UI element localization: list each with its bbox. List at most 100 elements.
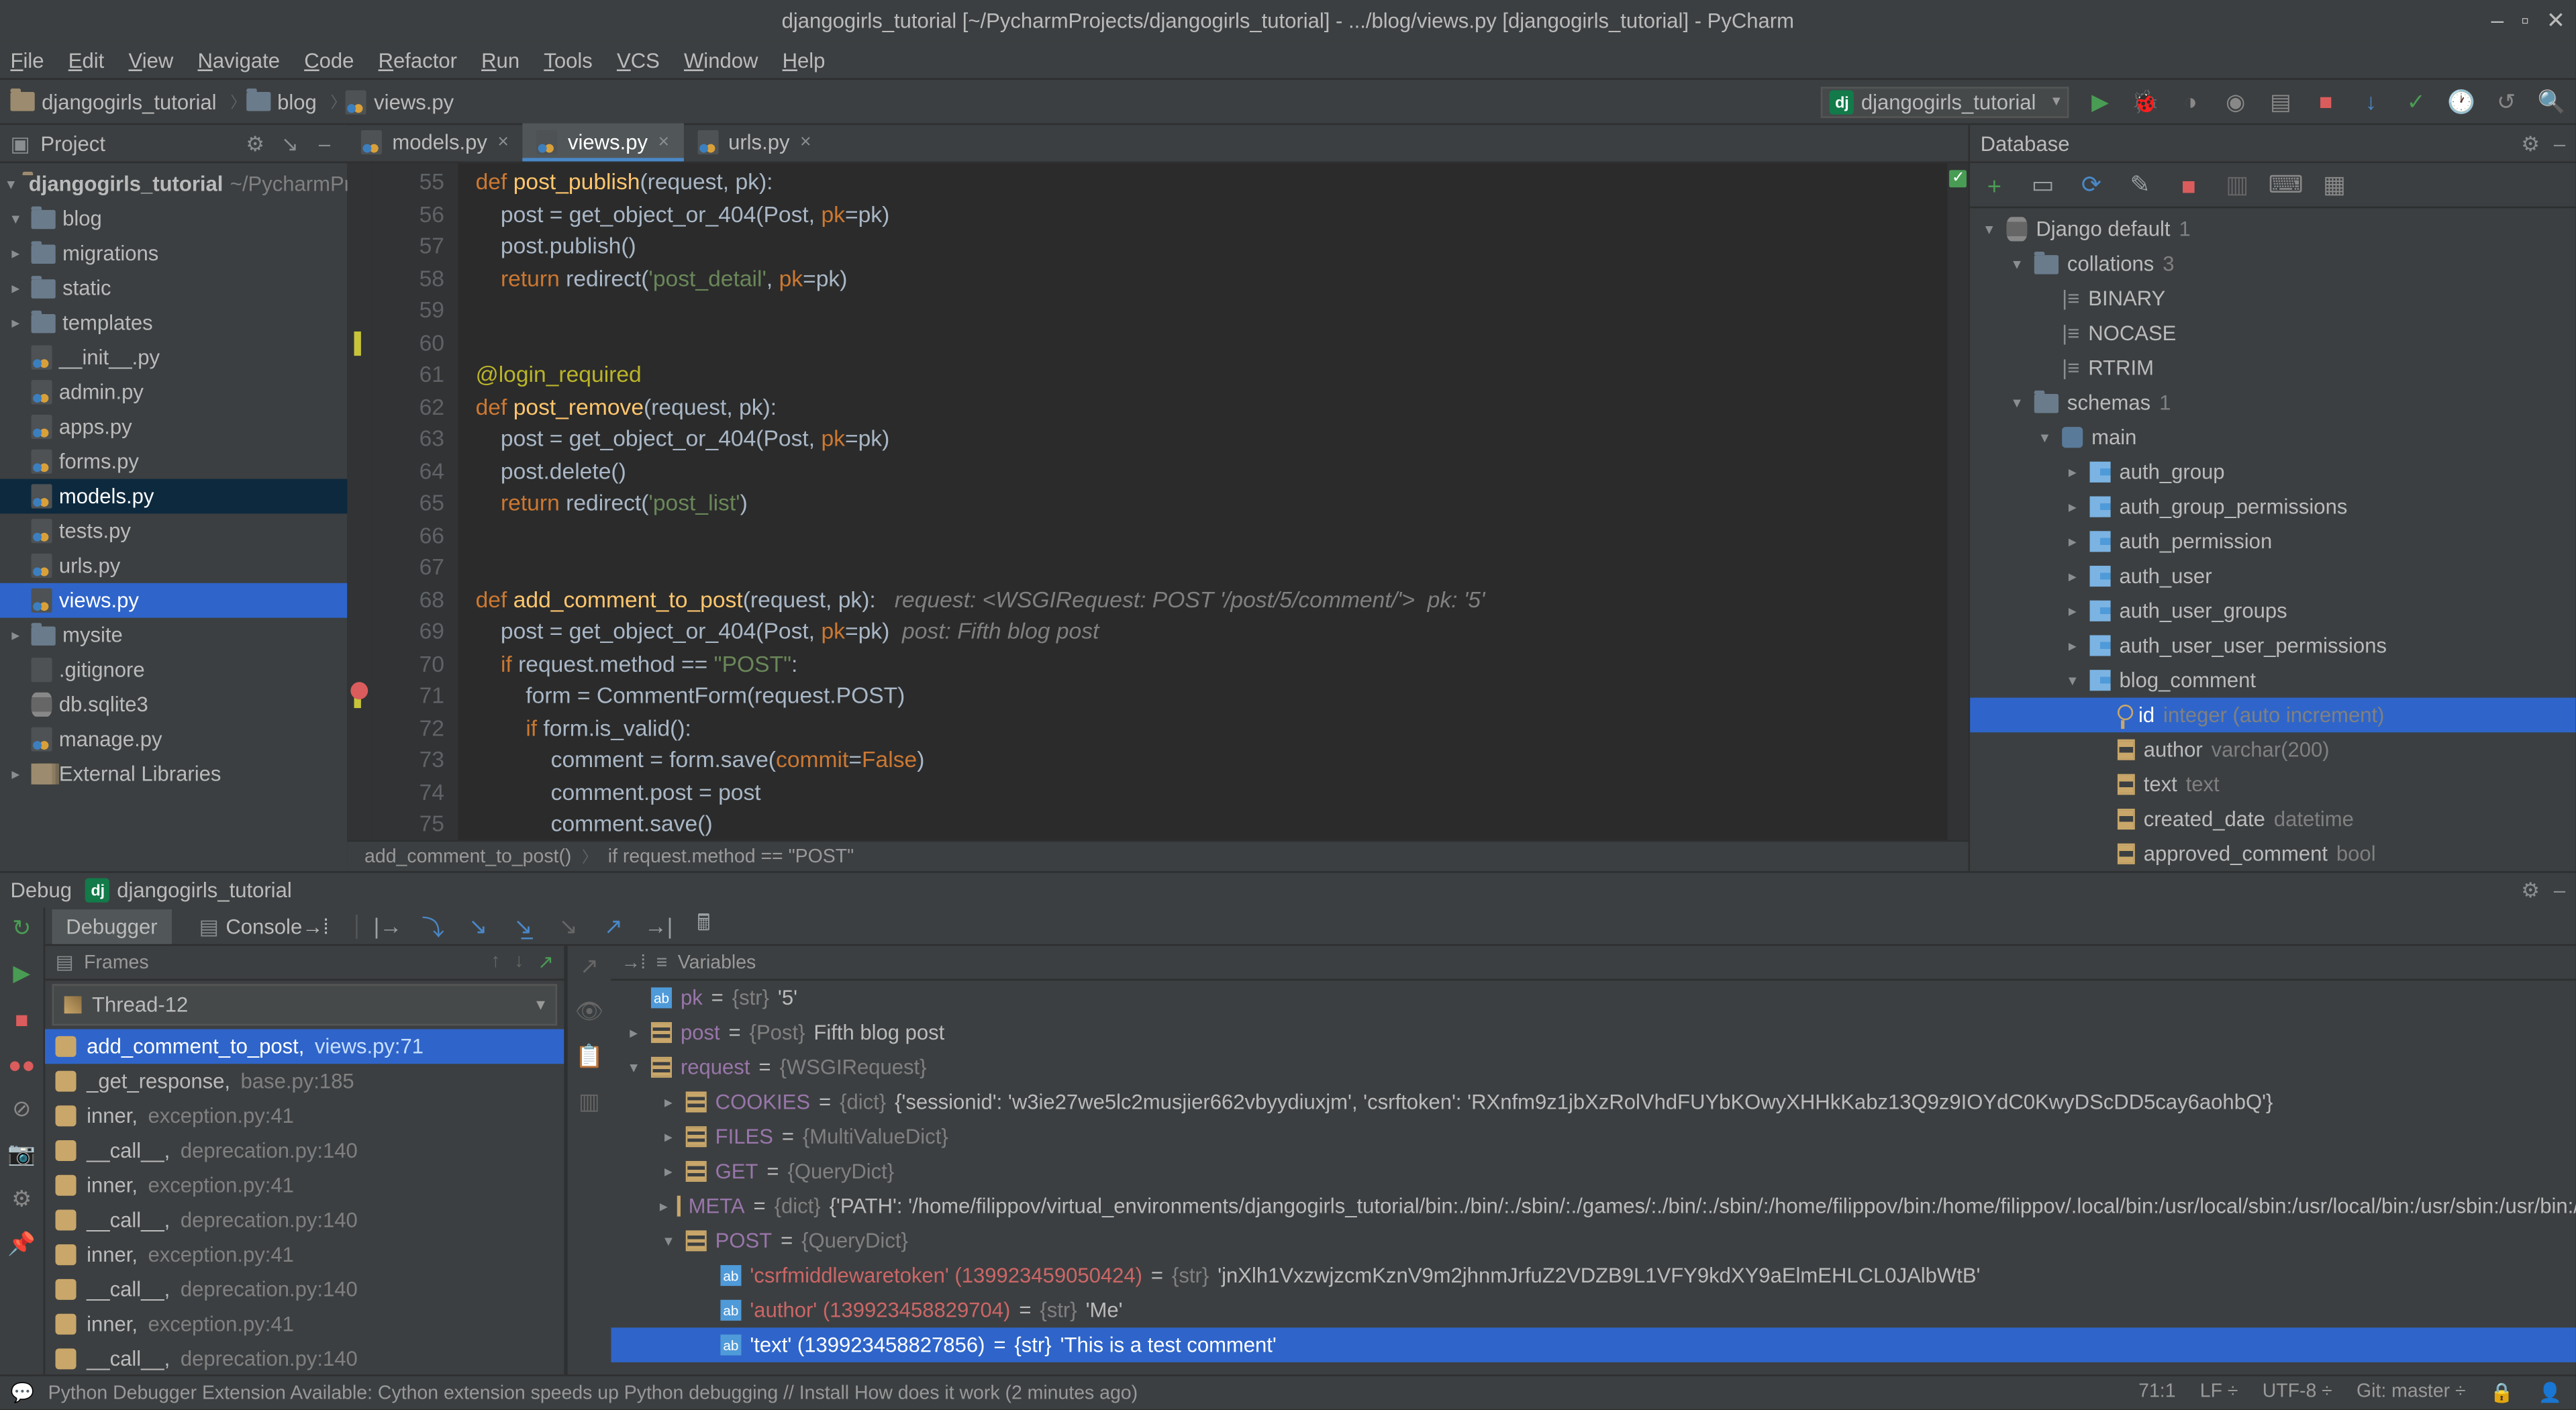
lock-icon[interactable]: 🔒 <box>2490 1381 2514 1404</box>
search-icon[interactable]: 🔍 <box>2538 88 2565 115</box>
menu-tools[interactable]: Tools <box>544 48 592 72</box>
vcs-update-icon[interactable]: ↓ <box>2357 88 2385 115</box>
tree-mysite[interactable]: ▸mysite <box>0 618 347 653</box>
variable-'csrfmiddlewaretoken' (139923459050424)[interactable]: ab'csrfmiddlewaretoken' (139923459050424… <box>611 1258 2575 1293</box>
run-config-selector[interactable]: dj djangogirls_tutorial ▾ <box>1821 86 2069 117</box>
schema-main[interactable]: ▾main <box>1970 420 2576 455</box>
hide-icon[interactable]: – <box>312 131 336 155</box>
stop-icon[interactable]: ■ <box>8 1005 36 1032</box>
variable-COOKIES[interactable]: ▸COOKIES = {dict} {'sessionid': 'w3ie27w… <box>611 1085 2575 1119</box>
show-execution-point-icon[interactable]: |→ <box>373 910 404 942</box>
gear-icon[interactable]: ⚙ <box>2521 878 2540 903</box>
jump-to-console-icon[interactable]: ▥ <box>2224 171 2251 199</box>
menu-code[interactable]: Code <box>304 48 354 72</box>
frame-__call__,[interactable]: __call__, deprecation.py:140 <box>45 1272 564 1307</box>
prev-frame-icon[interactable]: ↑ <box>491 951 500 974</box>
variable-POST[interactable]: ▾POST = {QueryDict} <box>611 1223 2575 1258</box>
crumb-file[interactable]: views.py <box>346 89 454 113</box>
column-id[interactable]: id integer (auto increment) <box>1970 698 2576 733</box>
variable-pk[interactable]: abpk = {str} '5' <box>611 980 2575 1015</box>
menu-run[interactable]: Run <box>481 48 519 72</box>
frame-__call__,[interactable]: __call__, deprecation.py:140 <box>45 1203 564 1238</box>
hide-icon[interactable]: – <box>2554 131 2565 155</box>
tree-views.py[interactable]: views.py <box>0 583 347 618</box>
variable-request[interactable]: ▾request = {WSGIRequest} <box>611 1050 2575 1085</box>
external-libraries[interactable]: ▸External Libraries <box>0 756 347 791</box>
get-thread-dump-icon[interactable]: 📷 <box>8 1140 36 1168</box>
table-auth_user[interactable]: ▸auth_user <box>1970 559 2576 594</box>
vcs-revert-icon[interactable]: ↺ <box>2492 88 2520 115</box>
copy-icon[interactable]: 📋 <box>575 1043 603 1070</box>
console-tab[interactable]: ▤Console →⁞ <box>185 909 343 944</box>
collapse-icon[interactable]: ↘ <box>278 131 302 155</box>
minimize-icon[interactable]: – <box>2491 7 2504 34</box>
git-branch[interactable]: Git: master ÷ <box>2357 1381 2466 1404</box>
stop-icon[interactable]: ■ <box>2312 88 2340 115</box>
table-blog_comment[interactable]: ▾blog_comment <box>1970 663 2576 698</box>
editor-tab-models.py[interactable]: models.py× <box>347 123 523 162</box>
vcs-history-icon[interactable]: 🕐 <box>2447 88 2475 115</box>
collation-RTRIM[interactable]: |≡RTRIM <box>1970 350 2576 385</box>
tree-urls.py[interactable]: urls.py <box>0 548 347 583</box>
concurrency-icon[interactable]: ▤ <box>2267 88 2294 115</box>
run-icon[interactable]: ▶ <box>2086 88 2114 115</box>
duplicate-icon[interactable]: ▭ <box>2029 171 2057 199</box>
frame-inner,[interactable]: inner, exception.py:41 <box>45 1168 564 1203</box>
scope-crumb[interactable]: if request.method == "POST" <box>608 846 854 867</box>
tree-.gitignore[interactable]: .gitignore <box>0 652 347 687</box>
debug-icon[interactable]: 🐞 <box>2132 88 2159 115</box>
column-approved_comment[interactable]: approved_comment bool <box>1970 836 2576 871</box>
tree-apps.py[interactable]: apps.py <box>0 409 347 444</box>
tree-tests.py[interactable]: tests.py <box>0 513 347 548</box>
variable-post[interactable]: ▸post = {Post} Fifth blog post <box>611 1015 2575 1050</box>
table-auth_user_user_permissions[interactable]: ▸auth_user_user_permissions <box>1970 628 2576 663</box>
encoding[interactable]: UTF-8 ÷ <box>2263 1381 2332 1404</box>
hector-icon[interactable]: 👤 <box>2538 1381 2561 1404</box>
step-out-icon[interactable]: ↗ <box>598 910 630 942</box>
table-auth_permission[interactable]: ▸auth_permission <box>1970 524 2576 559</box>
restore-layout-icon[interactable]: ↗ <box>538 951 554 974</box>
new-watch-icon[interactable]: 👁 <box>575 998 604 1025</box>
properties-icon[interactable]: ✎ <box>2126 171 2154 199</box>
line-ending[interactable]: LF ÷ <box>2200 1381 2238 1404</box>
open-console-icon[interactable]: ⌨ <box>2272 171 2299 199</box>
tree-templates[interactable]: ▸templates <box>0 305 347 340</box>
menu-navigate[interactable]: Navigate <box>197 48 280 72</box>
variable-META[interactable]: ▸META = {dict} {'PATH': '/home/filippov/… <box>611 1189 2575 1223</box>
tree-migrations[interactable]: ▸migrations <box>0 236 347 271</box>
variable-GET[interactable]: ▸GET = {QueryDict} <box>611 1154 2575 1189</box>
menu-window[interactable]: Window <box>684 48 758 72</box>
editor-tab-urls.py[interactable]: urls.py× <box>683 123 825 162</box>
gear-icon[interactable]: ⚙ <box>243 131 267 155</box>
tree-db.sqlite3[interactable]: db.sqlite3 <box>0 687 347 722</box>
frame-__call__,[interactable]: __call__, deprecation.py:140 <box>45 1342 564 1374</box>
next-frame-icon[interactable]: ↓ <box>514 951 524 974</box>
breakpoint-icon[interactable] <box>350 682 368 699</box>
menu-edit[interactable]: Edit <box>68 48 105 72</box>
tree-admin.py[interactable]: admin.py <box>0 375 347 410</box>
collation-BINARY[interactable]: |≡BINARY <box>1970 281 2576 316</box>
datasource[interactable]: ▾Django default 1 <box>1970 211 2576 246</box>
force-step-into-icon[interactable]: ↘ <box>552 910 584 942</box>
step-over-icon[interactable]: ⤵ <box>417 910 449 942</box>
project-root[interactable]: ▾djangogirls_tutorial ~/PycharmProjects/… <box>0 166 347 201</box>
close-tab-icon[interactable]: × <box>497 132 509 153</box>
crumb-project[interactable]: djangogirls_tutorial <box>11 89 217 113</box>
evaluate-icon[interactable]: 🖩 <box>688 910 720 942</box>
debugger-tab[interactable]: Debugger <box>52 909 172 944</box>
code-editor[interactable]: def post_publish(request, pk): post = ge… <box>458 163 1969 840</box>
show-watches-icon[interactable]: ▥ <box>579 1088 600 1115</box>
column-text[interactable]: text text <box>1970 767 2576 802</box>
maximize-icon[interactable]: ▫ <box>2521 7 2529 34</box>
collation-NOCASE[interactable]: |≡NOCASE <box>1970 316 2576 351</box>
menu-file[interactable]: File <box>11 48 44 72</box>
add-icon[interactable]: + <box>1981 171 2008 199</box>
pin-icon[interactable]: 📌 <box>8 1230 36 1258</box>
frame-inner,[interactable]: inner, exception.py:41 <box>45 1099 564 1134</box>
step-into-mycode-icon[interactable]: ↘̲ <box>507 910 539 942</box>
disconnect-icon[interactable]: ■ <box>2175 171 2202 199</box>
variable-'text' (139923458827856)[interactable]: ab'text' (139923458827856) = {str} 'This… <box>611 1327 2575 1362</box>
profile-icon[interactable]: ◉ <box>2222 88 2249 115</box>
schemas[interactable]: ▾schemas 1 <box>1970 385 2576 420</box>
filter-icon[interactable]: ▦ <box>2320 171 2348 199</box>
